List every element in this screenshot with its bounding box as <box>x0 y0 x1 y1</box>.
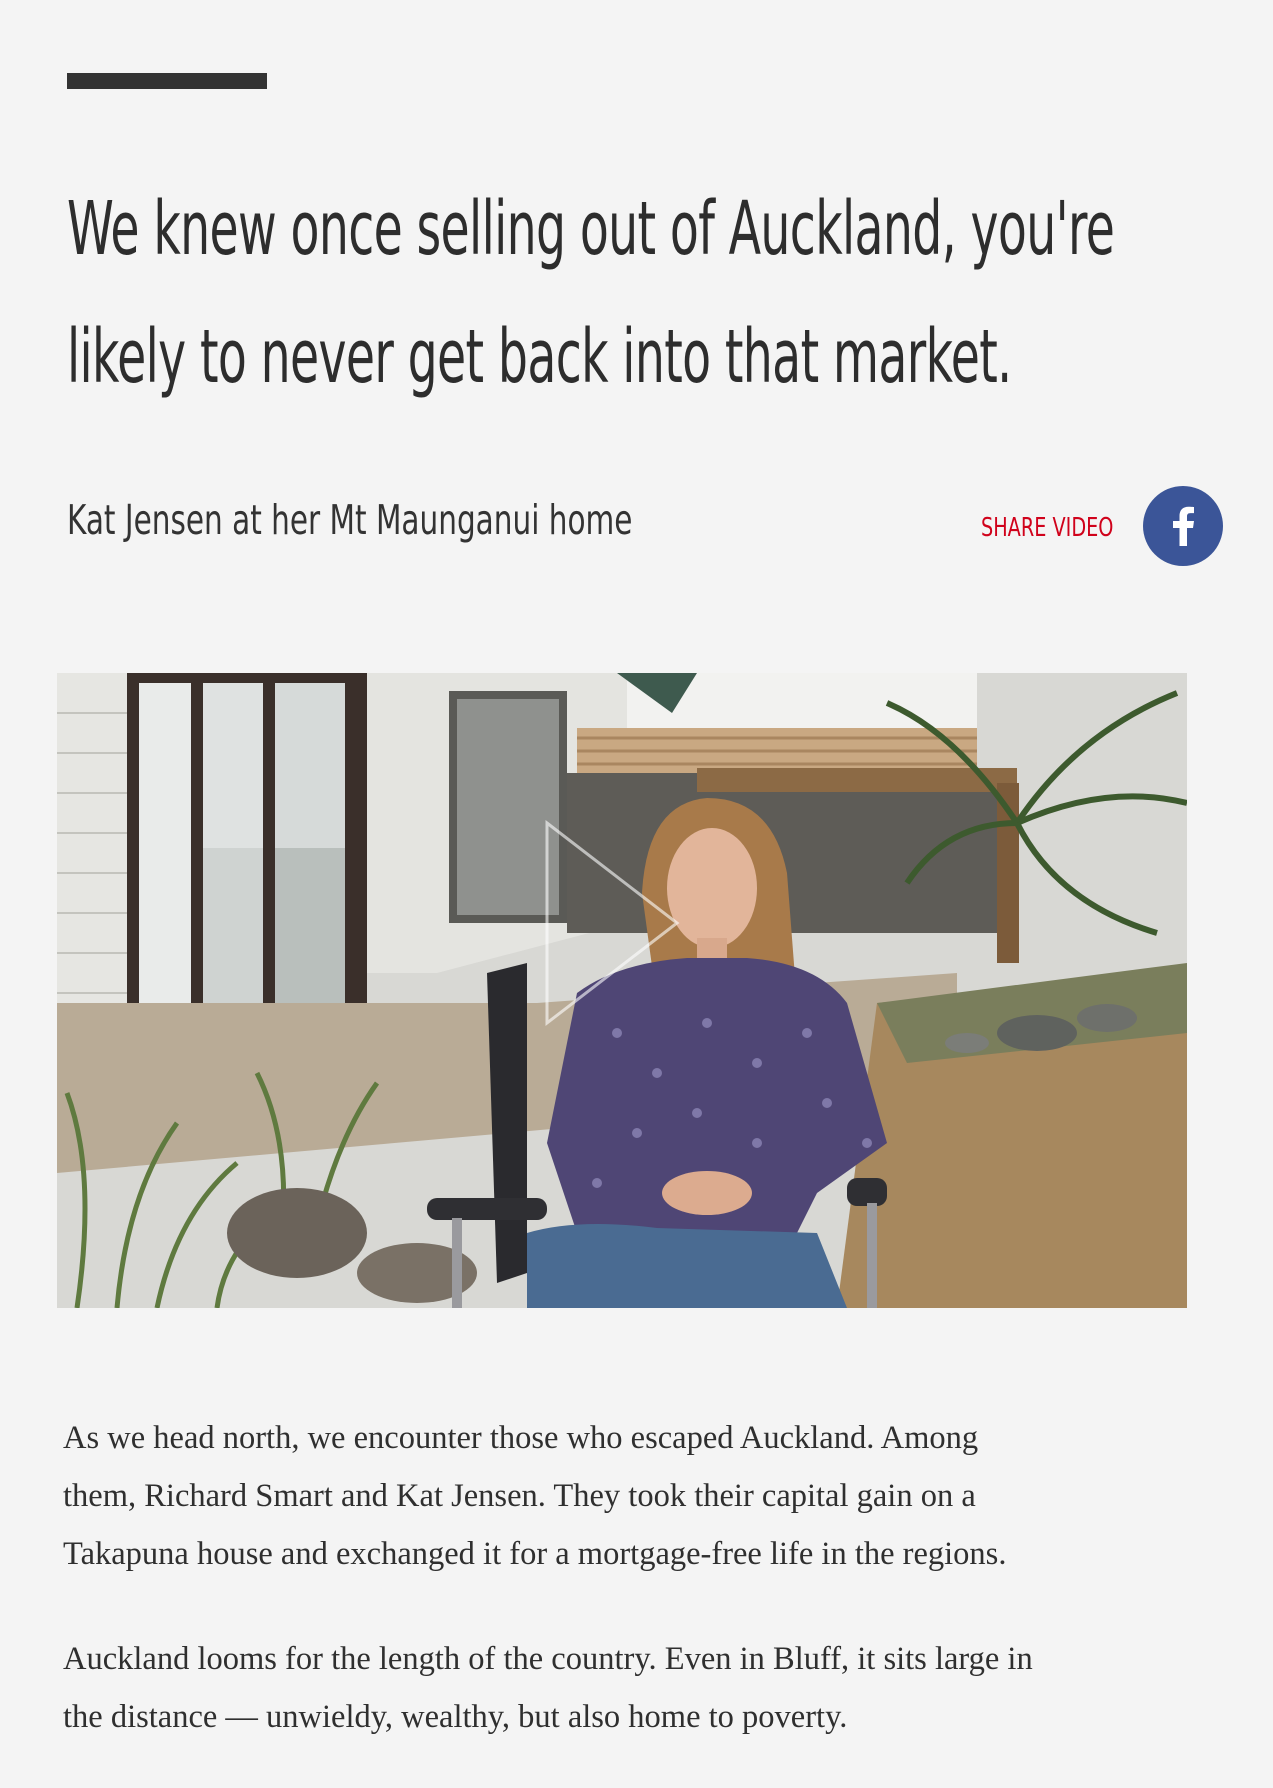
pull-quote: We knew once selling out of Auckland, yo… <box>67 165 1216 421</box>
body-paragraph: Auckland looms for the length of the cou… <box>63 1630 1163 1746</box>
pull-quote-line: We knew once selling out of Auckland, yo… <box>67 186 1115 272</box>
paragraph-line: them, Richard Smart and Kat Jensen. They… <box>63 1478 976 1514</box>
paragraph-line: As we head north, we encounter those who… <box>63 1420 979 1456</box>
video-caption: Kat Jensen at her Mt Maunganui home <box>67 496 633 544</box>
decorative-rule <box>67 73 267 89</box>
paragraph-line: Takapuna house and exchanged it for a mo… <box>63 1536 1007 1572</box>
pull-quote-line: likely to never get back into that marke… <box>67 314 1012 400</box>
facebook-icon <box>1173 506 1194 546</box>
share-video-link[interactable]: SHARE VIDEO <box>981 513 1113 543</box>
video-player[interactable] <box>57 673 1187 1308</box>
paragraph-line: Auckland looms for the length of the cou… <box>63 1641 1033 1677</box>
facebook-share-button[interactable] <box>1143 486 1223 566</box>
body-paragraph: As we head north, we encounter those who… <box>63 1409 1163 1583</box>
paragraph-line: the distance — unwieldy, wealthy, but al… <box>63 1699 848 1735</box>
video-thumbnail <box>57 673 1187 1308</box>
